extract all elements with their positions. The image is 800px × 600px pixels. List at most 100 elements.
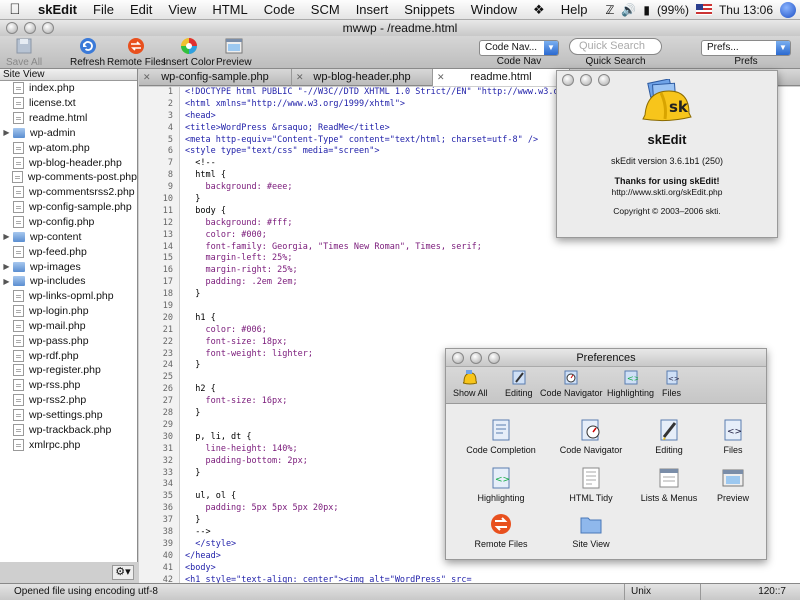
sidebar-item[interactable]: index.php <box>0 81 137 96</box>
disclosure-triangle-icon[interactable]: ▶ <box>0 262 13 271</box>
menu-snippets[interactable]: Snippets <box>396 2 463 17</box>
sidebar-item[interactable]: ▶ wp-images <box>0 259 137 274</box>
file-icon <box>12 171 23 184</box>
close-prefs-button[interactable] <box>452 352 464 364</box>
prefs-code-navigator[interactable]: Code Navigator <box>554 419 628 455</box>
zoom-about-button[interactable] <box>598 74 610 86</box>
disclosure-triangle-icon[interactable]: ▶ <box>0 232 13 241</box>
prefs-code-completion[interactable]: Code Completion <box>464 419 538 455</box>
line-number: 9 <box>167 182 173 193</box>
minimize-about-button[interactable] <box>580 74 592 86</box>
disclosure-triangle-icon[interactable]: ▶ <box>0 277 13 286</box>
line-number: 1 <box>167 87 173 97</box>
prefs-site-view[interactable]: Site View <box>554 513 628 549</box>
prefs-html-tidy[interactable]: HTML Tidy <box>554 467 628 503</box>
sidebar-item[interactable]: wp-rss.php <box>0 378 137 393</box>
script-menu-icon[interactable]: ❖ <box>525 2 553 18</box>
battery-icon[interactable]: ▮ <box>643 3 650 17</box>
sidebar-item[interactable]: wp-links-opml.php <box>0 289 137 304</box>
apple-menu-icon[interactable]:  <box>0 1 30 18</box>
spotlight-icon[interactable] <box>780 1 796 18</box>
sidebar-item[interactable]: wp-rss2.php <box>0 393 137 408</box>
prefs-remote-files[interactable]: Remote Files <box>464 513 538 549</box>
sidebar-gear-icon[interactable]: ⚙▾ <box>112 565 134 580</box>
prefs-editing-button[interactable]: Editing <box>505 370 533 398</box>
zoom-prefs-button[interactable] <box>488 352 500 364</box>
tab-wp-blog-header[interactable]: ✕ wp-blog-header.php <box>292 69 433 86</box>
close-tab-icon[interactable]: ✕ <box>143 69 151 86</box>
sidebar-item[interactable]: wp-comments-post.php <box>0 170 137 185</box>
menu-window[interactable]: Window <box>463 2 525 17</box>
remote-files-button[interactable]: Remote Files <box>107 36 166 68</box>
prefs-files-button[interactable]: <> Files <box>662 370 681 398</box>
prefs-highlighting-button[interactable]: <> Highlighting <box>607 370 654 398</box>
line-number: 26 <box>162 384 173 395</box>
about-url-link[interactable]: http://www.skti.org/skEdit.php <box>557 187 777 197</box>
menu-scm[interactable]: SCM <box>303 2 348 17</box>
sidebar-item[interactable]: wp-register.php <box>0 363 137 378</box>
file-icon <box>13 438 24 451</box>
prefs-code-navigator-button[interactable]: Code Navigator <box>540 370 603 398</box>
close-about-button[interactable] <box>562 74 574 86</box>
sidebar-item[interactable]: wp-blog-header.php <box>0 155 137 170</box>
minimize-window-button[interactable] <box>24 22 36 34</box>
sidebar-item[interactable]: wp-atom.php <box>0 140 137 155</box>
zoom-window-button[interactable] <box>42 22 54 34</box>
sidebar-item[interactable]: wp-feed.php <box>0 244 137 259</box>
sidebar-item[interactable]: wp-settings.php <box>0 408 137 423</box>
sidebar-item[interactable]: wp-pass.php <box>0 333 137 348</box>
sidebar-item[interactable]: xmlrpc.php <box>0 437 137 452</box>
sidebar-item[interactable]: wp-commentsrss2.php <box>0 185 137 200</box>
clock[interactable]: Thu 13:06 <box>719 3 773 17</box>
sidebar-item[interactable]: readme.html <box>0 111 137 126</box>
minimize-prefs-button[interactable] <box>470 352 482 364</box>
sidebar-item[interactable]: ▶ wp-content <box>0 229 137 244</box>
close-window-button[interactable] <box>6 22 18 34</box>
prefs-show-all-button[interactable]: Show All <box>453 370 488 398</box>
menu-edit[interactable]: Edit <box>122 2 160 17</box>
prefs-preview[interactable]: Preview <box>708 467 758 503</box>
file-icon <box>13 290 24 303</box>
menu-view[interactable]: View <box>160 2 204 17</box>
bluetooth-icon[interactable]: ℤ <box>605 3 614 17</box>
prefs-lists-menus[interactable]: Lists & Menus <box>632 467 706 503</box>
sidebar-item[interactable]: license.txt <box>0 96 137 111</box>
preview-button[interactable]: Preview <box>216 36 252 68</box>
sidebar-item[interactable]: wp-config.php <box>0 215 137 230</box>
code-navigator-icon <box>581 419 600 441</box>
menu-html[interactable]: HTML <box>204 2 255 17</box>
chevron-down-icon: ▼ <box>776 41 790 55</box>
file-icon <box>13 349 24 362</box>
insert-color-button[interactable]: Insert Color <box>163 36 215 68</box>
prefs-highlighting[interactable]: <> Highlighting <box>464 467 538 503</box>
tab-wp-config-sample[interactable]: ✕ wp-config-sample.php <box>139 69 292 86</box>
close-tab-icon[interactable]: ✕ <box>296 69 304 86</box>
sidebar-item[interactable]: wp-login.php <box>0 304 137 319</box>
input-flag-icon[interactable] <box>695 4 712 15</box>
save-all-button[interactable]: Save All <box>6 36 42 68</box>
sidebar-item[interactable]: wp-rdf.php <box>0 348 137 363</box>
volume-icon[interactable]: 🔊 <box>621 3 636 17</box>
menu-help[interactable]: Help <box>553 2 596 17</box>
refresh-button[interactable]: Refresh <box>70 36 105 68</box>
line-ending-indicator[interactable]: Unix <box>624 584 651 600</box>
sidebar-item[interactable]: wp-config-sample.php <box>0 200 137 215</box>
sidebar-item[interactable]: wp-trackback.php <box>0 422 137 437</box>
close-tab-icon[interactable]: ✕ <box>437 69 445 86</box>
sidebar-item[interactable]: ▶ wp-admin <box>0 126 137 141</box>
preview-icon <box>225 38 243 54</box>
menu-insert[interactable]: Insert <box>348 2 397 17</box>
quick-search-input[interactable]: Quick Search <box>569 38 662 55</box>
sidebar-item[interactable]: wp-mail.php <box>0 319 137 334</box>
prefs-editing[interactable]: Editing <box>632 419 706 455</box>
menu-code[interactable]: Code <box>256 2 303 17</box>
folder-icon <box>580 517 602 534</box>
prefs-files[interactable]: <> Files <box>708 419 758 455</box>
prefs-select[interactable]: Prefs... ▼ <box>701 40 791 56</box>
disclosure-triangle-icon[interactable]: ▶ <box>0 128 13 137</box>
code-nav-select[interactable]: Code Nav... ▼ <box>479 40 559 56</box>
sidebar-item[interactable]: ▶ wp-includes <box>0 274 137 289</box>
menu-app-name[interactable]: skEdit <box>30 2 85 17</box>
tab-readme[interactable]: ✕ readme.html <box>433 69 570 86</box>
menu-file[interactable]: File <box>85 2 122 17</box>
